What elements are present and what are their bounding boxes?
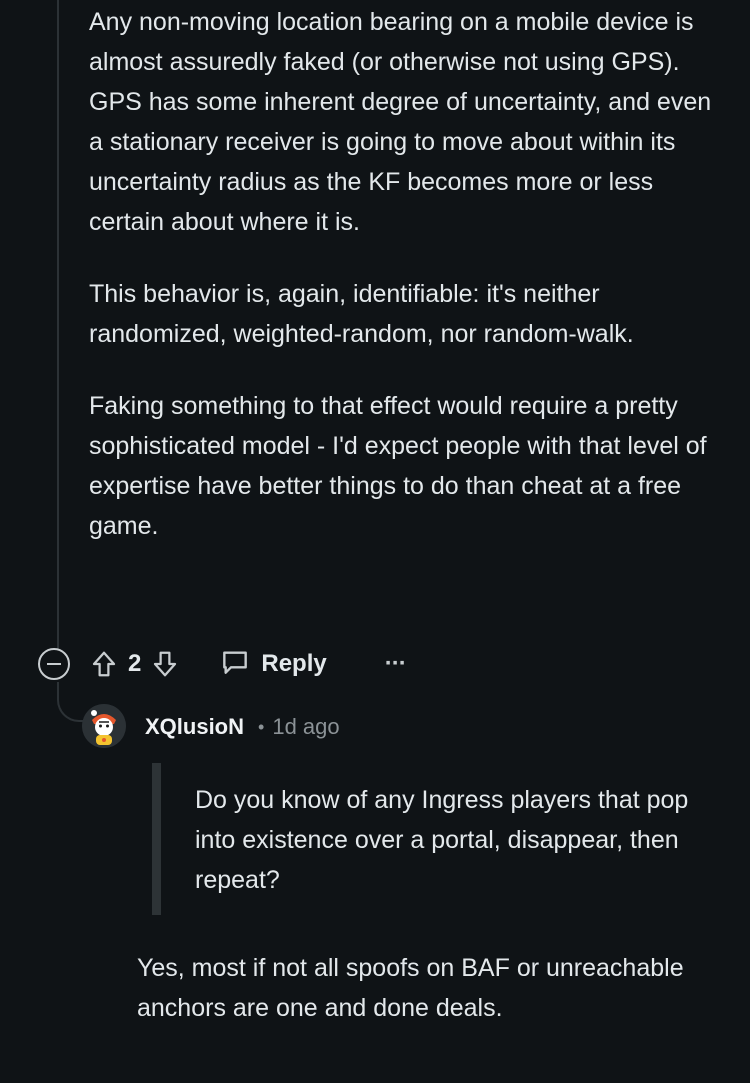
upvote-arrow-icon[interactable]: [88, 648, 120, 680]
more-options-icon[interactable]: ···: [385, 650, 407, 678]
reply-header: XQlusioN • 1d ago: [145, 710, 340, 744]
quote-bar: [152, 763, 161, 915]
comment-paragraph-1: Any non-moving location bearing on a mob…: [89, 8, 712, 236]
reply-text: Yes, most if not all spoofs on BAF or un…: [137, 954, 684, 1022]
comment-body: Any non-moving location bearing on a mob…: [89, 2, 719, 578]
user-avatar[interactable]: [82, 704, 126, 748]
collapse-minus-icon[interactable]: [38, 648, 70, 680]
thread-line: [57, 0, 59, 650]
comment-paragraph-2: This behavior is, again, identifiable: i…: [89, 280, 634, 348]
comment-actions-bar: 2 Reply ···: [38, 646, 407, 683]
downvote-arrow-icon[interactable]: [149, 648, 181, 680]
speech-bubble-icon: [219, 646, 251, 683]
reply-label: Reply: [261, 650, 327, 677]
comment-paragraph-3: Faking something to that effect would re…: [89, 392, 707, 540]
separator-dot: •: [258, 716, 265, 737]
thread-branch-line: [57, 682, 85, 722]
username[interactable]: XQlusioN: [145, 714, 244, 740]
vote-count: 2: [128, 650, 142, 677]
quoted-text: Do you know of any Ingress players that …: [195, 786, 689, 894]
reply-button[interactable]: Reply: [219, 646, 327, 683]
timestamp: 1d ago: [272, 714, 340, 739]
